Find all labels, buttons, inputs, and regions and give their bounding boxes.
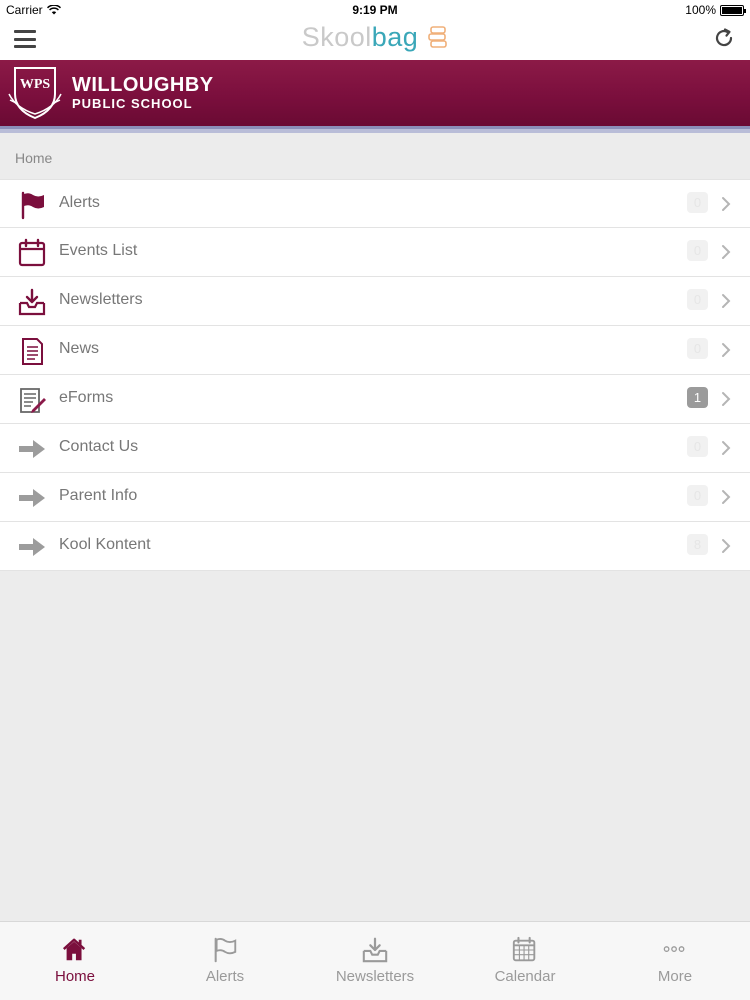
count-badge: 0 [687, 240, 708, 261]
count-badge: 0 [687, 436, 708, 457]
inbox-download-icon [18, 288, 46, 316]
tab-bar: Home Alerts Newsletters Calendar More [0, 921, 750, 1000]
tab-home[interactable]: Home [0, 922, 150, 1000]
tab-more[interactable]: More [600, 922, 750, 1000]
status-time: 9:19 PM [352, 3, 398, 17]
menu-row-news[interactable]: News 0 [0, 326, 750, 375]
tab-newsletters[interactable]: Newsletters [300, 922, 450, 1000]
count-badge: 0 [687, 289, 708, 310]
menu-row-label: Contact Us [59, 438, 139, 455]
menu-row-events-list[interactable]: Events List 0 [0, 228, 750, 277]
arrow-right-icon [19, 538, 45, 556]
nav-bar: Skoolbag [0, 20, 750, 60]
arrow-right-icon [19, 489, 45, 507]
battery-percent: 100% [685, 3, 716, 17]
chevron-right-icon [722, 392, 731, 406]
form-pen-icon [20, 388, 47, 414]
school-name-line1: WILLOUGHBY [72, 74, 214, 96]
chevron-right-icon [722, 343, 731, 357]
menu-row-label: Events List [59, 242, 138, 259]
count-badge: 0 [687, 192, 708, 213]
tab-calendar[interactable]: Calendar [450, 922, 600, 1000]
tab-label: Calendar [494, 968, 556, 985]
tab-label: Alerts [205, 968, 245, 985]
chevron-right-icon [722, 490, 731, 504]
chevron-right-icon [722, 294, 731, 308]
calendar-grid-icon [512, 936, 536, 962]
menu-list: Alerts 0 Events List 0 Newsletters 0 News 0 eFor… [0, 179, 750, 571]
menu-row-kool-kontent[interactable]: Kool Kontent 8 [0, 522, 750, 571]
breadcrumb: Home [15, 150, 53, 166]
flag-icon [21, 191, 46, 220]
menu-row-label: Parent Info [59, 487, 138, 504]
logo-text-skool: Skool [301, 22, 372, 52]
chevron-right-icon [722, 245, 731, 259]
menu-row-alerts[interactable]: Alerts 0 [0, 179, 750, 228]
refresh-icon[interactable] [712, 26, 736, 50]
chevron-right-icon [722, 197, 731, 211]
school-name: WILLOUGHBY PUBLIC SCHOOL [72, 74, 214, 112]
menu-row-label: eForms [59, 389, 114, 406]
school-name-line2: PUBLIC SCHOOL [72, 96, 193, 111]
tab-label: Newsletters [335, 968, 415, 985]
menu-row-label: News [59, 340, 100, 357]
school-crest-icon: WPS [8, 67, 62, 120]
menu-row-contact-us[interactable]: Contact Us 0 [0, 424, 750, 473]
school-banner: WPS WILLOUGHBY PUBLIC SCHOOL [0, 60, 750, 126]
home-icon [62, 938, 86, 962]
count-badge: 0 [687, 485, 708, 506]
more-dots-icon [663, 946, 685, 952]
menu-row-label: Kool Kontent [59, 536, 151, 553]
inbox-download-icon [362, 937, 388, 963]
chevron-right-icon [722, 441, 731, 455]
crest-letters: WPS [20, 77, 51, 92]
chevron-right-icon [722, 539, 731, 553]
battery-indicator: 100% [685, 3, 746, 17]
menu-row-label: Newsletters [59, 291, 143, 308]
menu-row-label: Alerts [59, 194, 100, 211]
menu-row-newsletters[interactable]: Newsletters 0 [0, 277, 750, 326]
tab-alerts[interactable]: Alerts [150, 922, 300, 1000]
status-bar: Carrier 9:19 PM 100% [0, 0, 750, 20]
tab-label: More [657, 968, 693, 985]
flag-icon [214, 937, 237, 963]
menu-row-parent-info[interactable]: Parent Info 0 [0, 473, 750, 522]
count-badge: 1 [687, 387, 708, 408]
arrow-right-icon [19, 440, 45, 458]
document-icon [22, 338, 43, 365]
tab-label: Home [54, 968, 95, 985]
menu-row-eforms[interactable]: eForms 1 [0, 375, 750, 424]
count-badge: 0 [687, 338, 708, 359]
calendar-icon [18, 238, 46, 267]
skoolbag-logo: Skoolbag [0, 22, 750, 53]
books-icon [428, 26, 448, 48]
logo-text-bag: bag [371, 22, 419, 52]
count-badge: 8 [687, 534, 708, 555]
battery-icon [720, 4, 746, 16]
